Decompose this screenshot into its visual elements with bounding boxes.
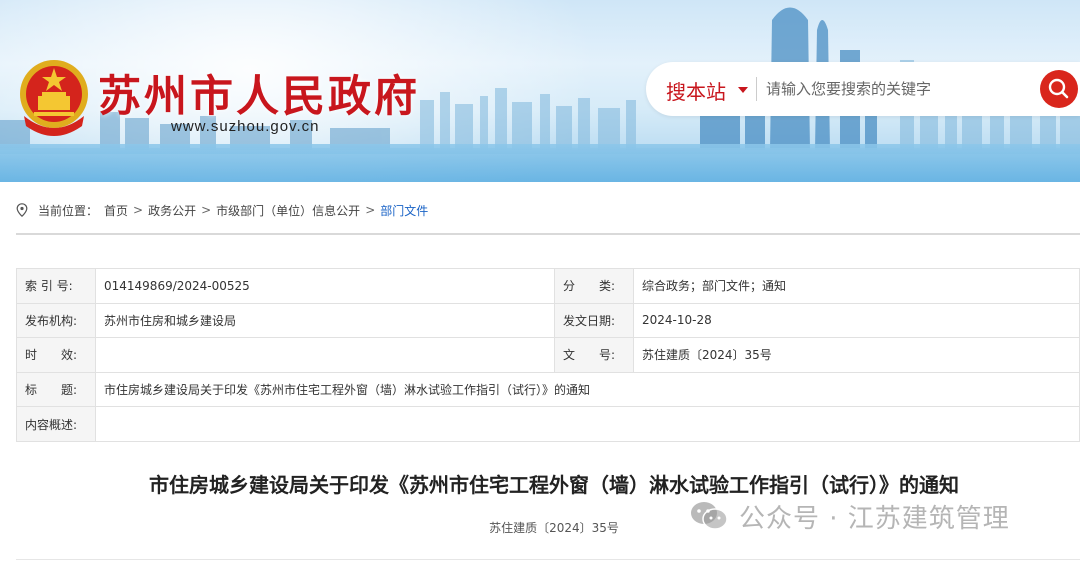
- breadcrumb-separator: >: [133, 203, 144, 217]
- search-button[interactable]: [1040, 70, 1078, 108]
- search-icon: [1048, 78, 1069, 99]
- breadcrumb: 当前位置： 首页 > 政务公开 > 市级部门（单位）信息公开 > 部门文件: [16, 200, 428, 220]
- summary-label: 内容概述:: [16, 406, 96, 442]
- caret-down-icon[interactable]: [738, 87, 748, 93]
- index-number-label: 索 引 号:: [16, 268, 96, 304]
- lake-water: [0, 144, 1080, 182]
- table-row: 内容概述:: [16, 406, 1080, 442]
- title-label: 标 题:: [16, 371, 96, 408]
- search-scope-dropdown[interactable]: 搜本站: [666, 76, 726, 105]
- issue-date-label: 发文日期:: [554, 302, 634, 339]
- index-number-value: 014149869/2024-00525: [95, 268, 555, 304]
- category-label: 分 类:: [554, 268, 634, 304]
- table-row: 发布机构: 苏州市住房和城乡建设局 发文日期: 2024-10-28: [16, 302, 1080, 339]
- header-banner: 苏州市人民政府 www.suzhou.gov.cn 搜本站: [0, 0, 1080, 182]
- search-bar: 搜本站: [646, 62, 1080, 116]
- search-divider: [756, 77, 757, 101]
- breadcrumb-current[interactable]: 部门文件: [380, 202, 428, 219]
- article-title: 市住房城乡建设局关于印发《苏州市住宅工程外窗（墙）淋水试验工作指引（试行）》的通…: [149, 473, 959, 497]
- breadcrumb-separator: >: [201, 203, 212, 217]
- issuer-label: 发布机构:: [16, 302, 96, 339]
- table-row: 标 题: 市住房城乡建设局关于印发《苏州市住宅工程外窗（墙）淋水试验工作指引（试…: [16, 371, 1080, 408]
- document-number-label: 文 号:: [554, 337, 634, 373]
- category-value: 综合政务；部门文件；通知: [633, 268, 1080, 304]
- breadcrumb-separator: >: [365, 203, 376, 217]
- search-input[interactable]: [766, 74, 1016, 104]
- breadcrumb-prefix: 当前位置：: [38, 203, 99, 218]
- table-row: 索 引 号: 014149869/2024-00525 分 类: 综合政务；部门…: [16, 268, 1080, 304]
- issue-date-value: 2024-10-28: [633, 302, 1080, 339]
- breadcrumb-link-city-departments[interactable]: 市级部门（单位）信息公开: [216, 202, 360, 219]
- validity-label: 时 效:: [16, 337, 96, 373]
- breadcrumb-link-gov-affairs[interactable]: 政务公开: [148, 202, 196, 219]
- issuer-value: 苏州市住房和城乡建设局: [95, 302, 555, 339]
- site-url: www.suzhou.gov.cn: [171, 118, 320, 135]
- validity-value: [95, 337, 555, 373]
- breadcrumb-divider: [16, 233, 1080, 235]
- breadcrumb-link-home[interactable]: 首页: [104, 202, 128, 219]
- document-number-value: 苏住建质〔2024〕35号: [633, 337, 1080, 373]
- location-pin-icon: [16, 203, 28, 217]
- document-info-table: 索 引 号: 014149869/2024-00525 分 类: 综合政务；部门…: [16, 268, 1080, 442]
- content-divider: [16, 559, 1080, 560]
- wechat-icon: [691, 502, 728, 530]
- national-emblem-icon: [20, 60, 88, 136]
- title-value: 市住房城乡建设局关于印发《苏州市住宅工程外窗（墙）淋水试验工作指引（试行）》的通…: [95, 371, 1080, 408]
- watermark-text: 公众号 · 江苏建筑管理: [739, 503, 1010, 534]
- summary-value: [95, 406, 1080, 442]
- table-row: 时 效: 文 号: 苏住建质〔2024〕35号: [16, 337, 1080, 373]
- site-title: 苏州市人民政府: [98, 72, 420, 122]
- wechat-watermark: 公众号 · 江苏建筑管理: [689, 498, 1010, 534]
